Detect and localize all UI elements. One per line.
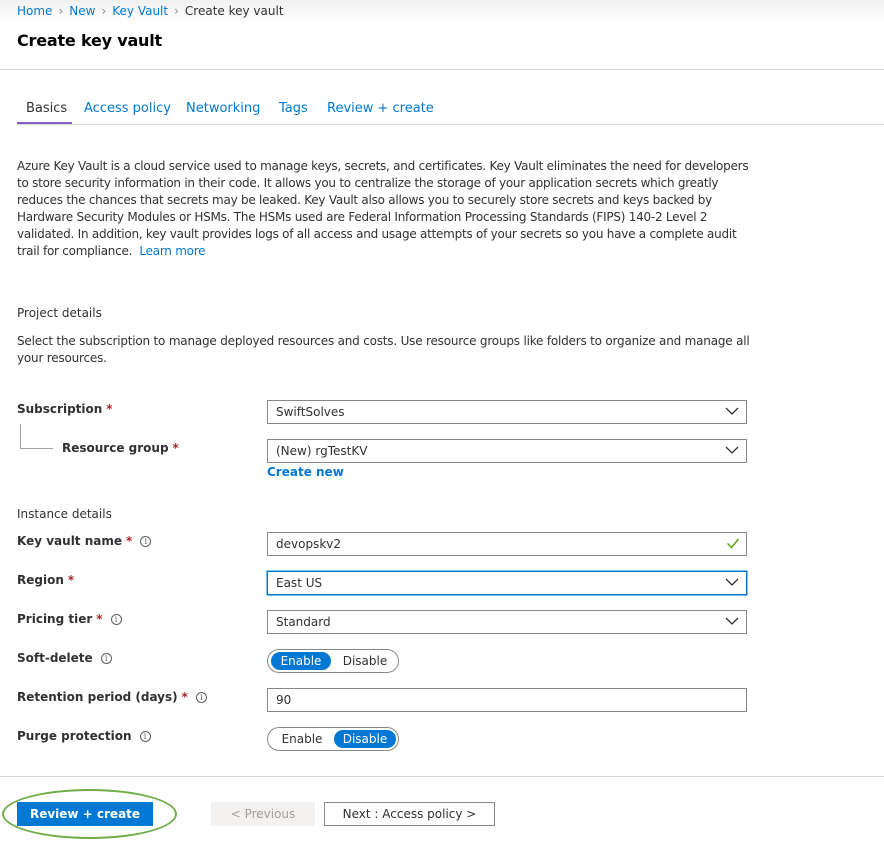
key-vault-name-value: devopskv2	[276, 537, 341, 551]
key-vault-name-label: Key vault name * i	[17, 534, 152, 548]
learn-more-link[interactable]: Learn more	[139, 244, 205, 258]
create-new-resource-group-link[interactable]: Create new	[267, 465, 344, 479]
subscription-label: Subscription *	[17, 402, 113, 416]
soft-delete-disable[interactable]: Disable	[334, 652, 396, 670]
pricing-tier-value: Standard	[276, 615, 331, 629]
previous-button[interactable]: < Previous	[211, 802, 315, 826]
description: Azure Key Vault is a cloud service used …	[17, 158, 752, 261]
key-vault-name-input[interactable]: devopskv2	[267, 532, 747, 556]
pricing-tier-label: Pricing tier * i	[17, 612, 122, 626]
soft-delete-label-text: Soft-delete	[17, 651, 93, 665]
info-icon[interactable]: i	[100, 652, 112, 664]
region-value: East US	[276, 576, 323, 590]
retention-period-value: 90	[276, 693, 292, 707]
info-icon[interactable]: i	[195, 691, 207, 703]
chevron-down-icon	[725, 446, 739, 454]
subscription-label-text: Subscription	[17, 402, 103, 416]
purge-protection-disable[interactable]: Disable	[334, 730, 396, 748]
breadcrumb-current: Create key vault	[184, 4, 284, 18]
soft-delete-enable[interactable]: Enable	[271, 652, 331, 670]
description-text: Azure Key Vault is a cloud service used …	[17, 159, 749, 259]
breadcrumb-new[interactable]: New	[69, 4, 95, 18]
chevron-down-icon	[725, 407, 739, 415]
header-divider	[0, 69, 884, 70]
soft-delete-toggle[interactable]: Enable Disable	[267, 649, 399, 673]
tabs-divider	[17, 124, 884, 125]
pricing-tier-select[interactable]: Standard	[267, 610, 747, 634]
subscription-select[interactable]: SwiftSolves	[267, 400, 747, 424]
purge-protection-label-text: Purge protection	[17, 729, 132, 743]
purge-protection-toggle[interactable]: Enable Disable	[267, 727, 399, 751]
breadcrumb: Home › New › Key Vault › Create key vault	[17, 4, 284, 18]
chevron-down-icon	[725, 617, 739, 625]
resource-group-label-text: Resource group	[62, 441, 169, 455]
purge-protection-enable[interactable]: Enable	[271, 730, 333, 748]
required-marker: *	[126, 534, 133, 548]
next-access-policy-button[interactable]: Next : Access policy >	[324, 802, 495, 826]
region-label-text: Region	[17, 573, 64, 587]
purge-protection-label: Purge protection i	[17, 729, 151, 743]
tab-review-create[interactable]: Review + create	[327, 101, 434, 116]
subscription-value: SwiftSolves	[276, 405, 345, 419]
chevron-down-icon	[725, 578, 739, 586]
resource-group-connector	[20, 424, 53, 449]
breadcrumb-key-vault[interactable]: Key Vault	[112, 4, 168, 18]
tab-access-policy[interactable]: Access policy	[84, 101, 171, 116]
tab-tags[interactable]: Tags	[279, 101, 308, 116]
region-select[interactable]: East US	[267, 571, 747, 595]
tab-basics[interactable]: Basics	[26, 101, 67, 116]
required-marker: *	[172, 441, 179, 455]
project-details-heading: Project details	[17, 306, 102, 320]
chevron-right-icon: ›	[101, 4, 107, 18]
required-marker: *	[106, 402, 113, 416]
pricing-tier-label-text: Pricing tier	[17, 612, 93, 626]
page-title: Create key vault	[17, 31, 162, 50]
resource-group-label: Resource group *	[62, 441, 179, 455]
key-vault-name-label-text: Key vault name	[17, 534, 122, 548]
info-icon[interactable]: i	[139, 730, 151, 742]
required-marker: *	[67, 573, 75, 587]
required-marker: *	[181, 690, 188, 704]
chevron-right-icon: ›	[174, 4, 179, 18]
required-marker: *	[96, 612, 103, 626]
retention-period-label: Retention period (days) * i	[17, 690, 207, 704]
highlight-annotation	[2, 789, 177, 839]
info-icon[interactable]: i	[110, 613, 122, 625]
tab-networking[interactable]: Networking	[186, 101, 260, 116]
info-icon[interactable]: i	[140, 535, 152, 547]
region-label: Region *	[17, 573, 74, 587]
footer-divider	[0, 776, 884, 777]
breadcrumb-home[interactable]: Home	[17, 4, 52, 18]
soft-delete-label: Soft-delete i	[17, 651, 112, 665]
resource-group-value: (New) rgTestKV	[276, 444, 368, 458]
project-details-text: Select the subscription to manage deploy…	[17, 334, 750, 365]
instance-details-heading: Instance details	[17, 507, 112, 521]
retention-period-input[interactable]: 90	[267, 688, 747, 712]
checkmark-icon	[727, 538, 740, 549]
chevron-right-icon: ›	[58, 4, 64, 18]
retention-period-label-text: Retention period (days)	[17, 690, 178, 704]
resource-group-select[interactable]: (New) rgTestKV	[267, 439, 747, 463]
